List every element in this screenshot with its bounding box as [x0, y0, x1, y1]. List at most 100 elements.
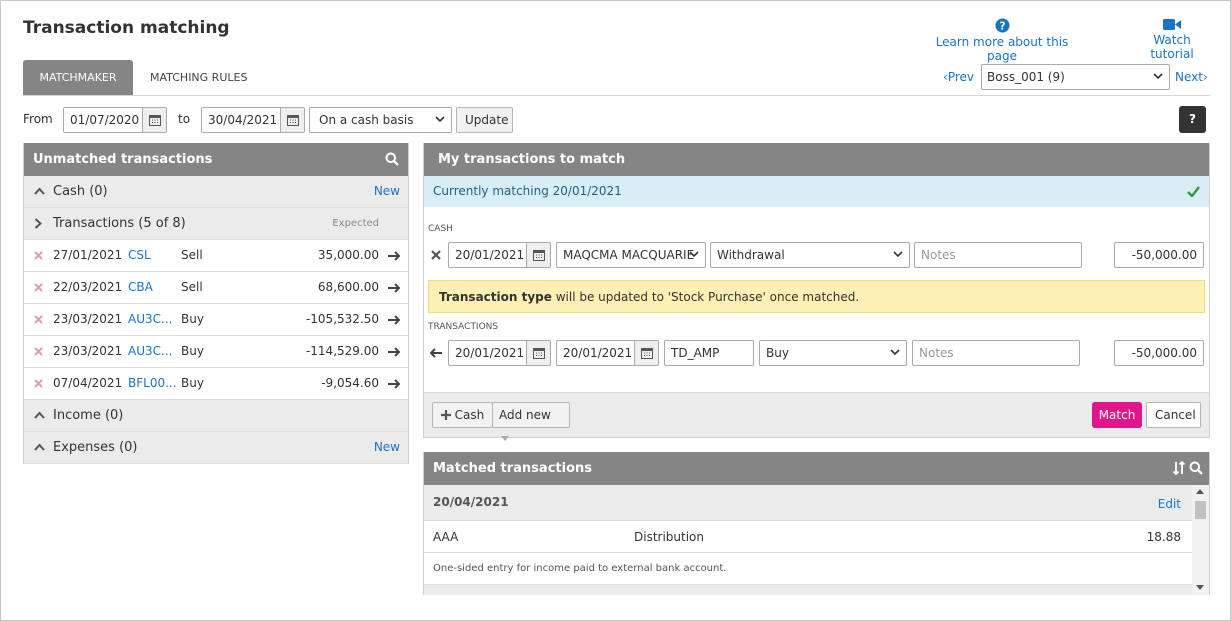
tab-matching-rules[interactable]: MATCHING RULES [150, 60, 247, 95]
transaction-row[interactable]: 23/03/2021 AU3C... Buy -105,532.50 [24, 304, 408, 336]
help-button[interactable]: ? [1179, 106, 1206, 133]
transaction-code[interactable]: AU3C... [128, 304, 172, 335]
tab-divider [23, 95, 1210, 96]
calendar-icon[interactable] [280, 108, 304, 132]
tx-type-value: Buy [766, 346, 789, 360]
fund-select[interactable]: Boss_001 (9) [981, 64, 1170, 90]
transaction-amount: -114,529.00 [305, 344, 379, 358]
unmatched-panel: Unmatched transactions Cash (0) New Tran… [23, 143, 409, 464]
add-cash-label: Cash [454, 408, 485, 422]
arrow-right-icon[interactable] [387, 379, 400, 389]
remove-icon[interactable] [34, 347, 43, 356]
remove-icon[interactable] [34, 379, 43, 388]
group-expenses[interactable]: Expenses (0) New [24, 432, 408, 464]
calendar-icon[interactable] [526, 243, 550, 267]
cash-amount-field[interactable]: -50,000.00 [1114, 242, 1204, 268]
remove-icon[interactable] [34, 251, 43, 260]
chevron-down-icon [689, 251, 699, 258]
fund-select-value: Boss_001 (9) [987, 70, 1065, 84]
my-match-header: My transactions to match [424, 143, 1209, 176]
unmatched-header: Unmatched transactions [24, 143, 408, 176]
arrow-right-icon[interactable] [387, 315, 400, 325]
from-date-field[interactable]: 01/07/2020 [63, 107, 167, 133]
transaction-code[interactable]: BFL00... [128, 368, 177, 399]
cash-date-field[interactable]: 20/01/2021 [448, 242, 551, 268]
transaction-code[interactable]: CSL [128, 240, 151, 271]
cash-type-select[interactable]: Withdrawal [710, 242, 910, 268]
add-new-dropdown[interactable]: Add new [492, 402, 570, 441]
watch-tutorial-link[interactable]: Watch tutorial [1130, 18, 1214, 61]
tx-notes-field[interactable]: Notes [912, 340, 1080, 366]
from-label: From [23, 112, 53, 126]
group-transactions[interactable]: Transactions (5 of 8) Expected [24, 208, 408, 240]
remove-icon[interactable] [34, 315, 43, 324]
arrow-right-icon[interactable] [387, 347, 400, 357]
remove-icon[interactable] [431, 250, 441, 260]
sort-icon[interactable] [1173, 461, 1185, 475]
unmatched-rows: 27/01/2021 CSL Sell 35,000.00 22/03/2021 CBA S… [24, 240, 408, 400]
prev-label: Prev [947, 70, 974, 84]
match-button[interactable]: Match [1092, 402, 1142, 428]
to-label: to [178, 112, 191, 126]
search-icon[interactable] [1189, 461, 1203, 475]
transaction-date: 23/03/2021 [53, 312, 123, 326]
calendar-icon[interactable] [526, 341, 550, 365]
scroll-up-icon[interactable] [1196, 489, 1204, 494]
group-income[interactable]: Income (0) [24, 400, 408, 432]
cash-date-value: 20/01/2021 [455, 248, 525, 262]
transaction-date: 07/04/2021 [53, 376, 123, 390]
transaction-type: Buy [181, 344, 204, 358]
next-link[interactable]: Next› [1175, 70, 1208, 84]
tx-type-select[interactable]: Buy [759, 340, 907, 366]
arrow-right-icon[interactable] [387, 283, 400, 293]
chevron-right-icon: › [1202, 70, 1208, 84]
transaction-row[interactable]: 07/04/2021 BFL00... Buy -9,054.60 [24, 368, 408, 400]
transaction-row[interactable]: 27/01/2021 CSL Sell 35,000.00 [24, 240, 408, 272]
check-icon [1187, 186, 1200, 197]
matched-row[interactable]: AAA Distribution 18.88 [424, 521, 1192, 553]
calendar-icon[interactable] [634, 341, 658, 365]
matched-header: Matched transactions [424, 452, 1209, 485]
scrollbar[interactable] [1192, 485, 1209, 595]
tx-amount-field[interactable]: -50,000.00 [1114, 340, 1204, 366]
tx-settle-date-field[interactable]: 20/01/2021 [556, 340, 659, 366]
new-cash-link[interactable]: New [374, 176, 400, 207]
scroll-thumb[interactable] [1195, 501, 1206, 519]
warning-banner: Transaction type will be updated to 'Sto… [428, 280, 1205, 313]
group-cash[interactable]: Cash (0) New [24, 176, 408, 208]
transaction-code[interactable]: CBA [128, 272, 153, 303]
cancel-button[interactable]: Cancel [1146, 402, 1201, 428]
prev-link[interactable]: ‹Prev [943, 70, 974, 84]
arrow-right-icon[interactable] [387, 251, 400, 261]
tab-matchmaker[interactable]: MATCHMAKER [23, 60, 133, 95]
plus-icon [440, 410, 451, 420]
learn-more-link[interactable]: ? Learn more about this page [922, 18, 1082, 63]
transaction-code[interactable]: AU3C... [128, 336, 172, 367]
tx-code-field[interactable]: TD_AMP [664, 340, 754, 366]
chevron-right-icon [34, 218, 42, 229]
transaction-amount: -9,054.60 [321, 376, 379, 390]
expected-label: Expected [332, 218, 379, 229]
svg-text:?: ? [999, 20, 1005, 32]
to-date-field[interactable]: 30/04/2021 [201, 107, 305, 133]
page-title: Transaction matching [23, 18, 230, 38]
transaction-row[interactable]: 22/03/2021 CBA Sell 68,600.00 [24, 272, 408, 304]
edit-link[interactable]: Edit [1158, 487, 1181, 521]
basis-select[interactable]: On a cash basis [309, 107, 452, 133]
remove-icon[interactable] [34, 283, 43, 292]
chevron-down-icon [435, 116, 445, 123]
update-button[interactable]: Update [456, 107, 513, 133]
cash-notes-field[interactable]: Notes [914, 242, 1082, 268]
cash-type-value: Withdrawal [717, 248, 785, 262]
cash-account-select[interactable]: MAQCMA MACQUARIE [556, 242, 706, 268]
add-cash-button[interactable]: Cash [432, 402, 493, 428]
new-expense-link[interactable]: New [374, 432, 400, 463]
scroll-down-icon[interactable] [1196, 585, 1204, 590]
currently-matching-bar: Currently matching 20/01/2021 [424, 176, 1209, 207]
warning-bold: Transaction type [439, 290, 552, 304]
transaction-row[interactable]: 23/03/2021 AU3C... Buy -114,529.00 [24, 336, 408, 368]
tx-date-field[interactable]: 20/01/2021 [448, 340, 551, 366]
search-icon[interactable] [385, 152, 399, 166]
arrow-left-icon[interactable] [430, 348, 443, 358]
calendar-icon[interactable] [142, 108, 166, 132]
